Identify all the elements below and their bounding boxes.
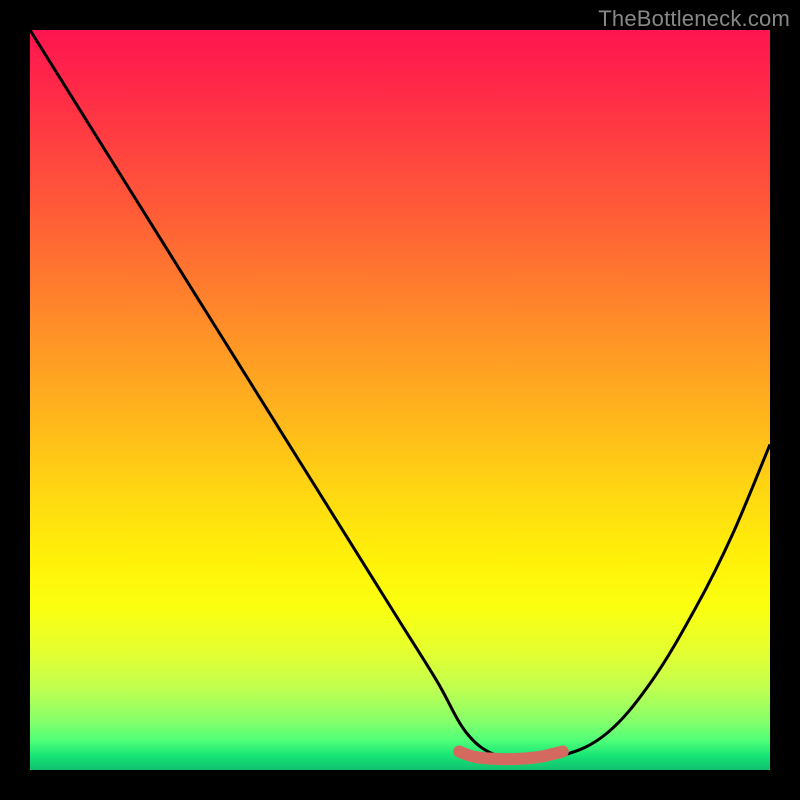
chart-container: TheBottleneck.com (0, 0, 800, 800)
watermark-text: TheBottleneck.com (598, 6, 790, 32)
plot-area (30, 30, 770, 770)
sweet-spot-segment-path (459, 752, 563, 760)
bottleneck-curve-path (30, 30, 770, 757)
curve-svg (30, 30, 770, 770)
